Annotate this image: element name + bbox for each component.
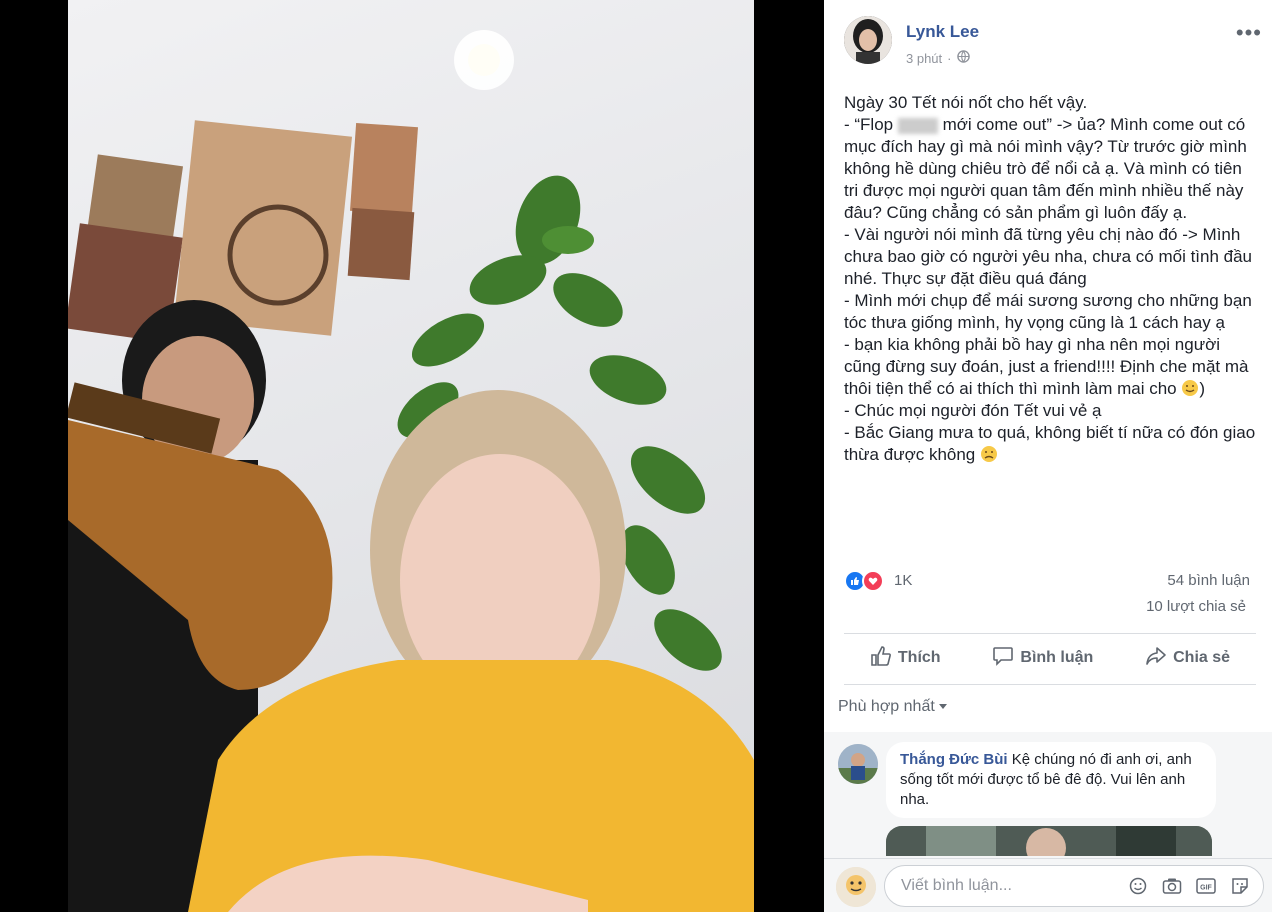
blurred-word bbox=[897, 117, 938, 134]
comment-bubble: Thắng Đức Bùi Kệ chúng nó đi anh ơi, anh… bbox=[886, 742, 1216, 818]
emoji-icon[interactable] bbox=[1127, 875, 1149, 897]
author-name[interactable]: Lynk Lee bbox=[906, 22, 979, 42]
post-line-7: - Bắc Giang mưa to quá, không biết tí nữ… bbox=[844, 422, 1256, 466]
comment-image-content bbox=[886, 826, 1212, 856]
post-meta: 3 phút · bbox=[906, 50, 970, 66]
photo-viewer bbox=[0, 0, 824, 912]
comment-author[interactable]: Thắng Đức Bùi bbox=[900, 751, 1008, 768]
post-line-2a: - “Flop bbox=[844, 115, 894, 134]
post-photo[interactable] bbox=[68, 0, 754, 912]
globe-icon[interactable] bbox=[956, 50, 970, 66]
more-icon[interactable]: ••• bbox=[1236, 20, 1262, 46]
post-text: Ngày 30 Tết nói nốt cho hết vậy. - “Flop… bbox=[844, 92, 1256, 466]
comment-button[interactable]: Bình luận bbox=[992, 645, 1093, 672]
author-avatar[interactable] bbox=[844, 16, 892, 64]
commenter-avatar-image bbox=[838, 744, 878, 784]
post-line-7a: - Bắc Giang mưa to quá, không biết tí nữ… bbox=[844, 423, 1256, 464]
reactions-bar: 1K 54 bình luận bbox=[844, 570, 1256, 594]
shares-count[interactable]: 10 lượt chia sẻ bbox=[1146, 598, 1246, 615]
thumbs-up-icon bbox=[870, 645, 892, 672]
comment-composer: Viết bình luận... GIF bbox=[824, 858, 1272, 912]
sticker-icon[interactable] bbox=[1229, 875, 1251, 897]
dot-separator: · bbox=[947, 50, 952, 66]
divider-bottom bbox=[844, 684, 1256, 685]
post-line-6: - Chúc mọi người đón Tết vui vẻ ạ bbox=[844, 401, 1102, 420]
share-arrow-icon bbox=[1145, 645, 1167, 672]
avatar-image bbox=[844, 16, 892, 64]
comment-bubble-icon bbox=[992, 645, 1014, 672]
composer-icons: GIF bbox=[1127, 875, 1251, 897]
divider-top bbox=[844, 633, 1256, 634]
post-line-3: - Vài người nói mình đã từng yêu chị nào… bbox=[844, 225, 1253, 288]
camera-icon[interactable] bbox=[1161, 875, 1183, 897]
viewer-avatar-image bbox=[836, 867, 876, 907]
reaction-icons[interactable] bbox=[844, 570, 884, 592]
like-label: Thích bbox=[897, 649, 941, 666]
gif-icon[interactable]: GIF bbox=[1195, 875, 1217, 897]
sad-emoji-icon bbox=[980, 445, 998, 464]
post-time[interactable]: 3 phút bbox=[906, 51, 942, 66]
post-line-1: Ngày 30 Tết nói nốt cho hết vậy. bbox=[844, 93, 1088, 112]
svg-text:GIF: GIF bbox=[1200, 885, 1212, 892]
post-line-2: - “Flop mới come out” -> ủa? Mình come o… bbox=[844, 114, 1256, 224]
like-button[interactable]: Thích bbox=[870, 645, 941, 672]
comment-sort-dropdown[interactable]: Phù hợp nhất bbox=[838, 698, 947, 716]
share-button[interactable]: Chia sẻ bbox=[1145, 645, 1230, 672]
post-line-5b: ) bbox=[1199, 379, 1206, 398]
caret-down-icon bbox=[938, 704, 947, 710]
viewer-avatar[interactable] bbox=[836, 867, 876, 907]
sort-label: Phù hợp nhất bbox=[838, 698, 935, 715]
comment-image[interactable] bbox=[886, 826, 1212, 856]
comment-input[interactable]: Viết bình luận... GIF bbox=[884, 865, 1264, 907]
comment-label: Bình luận bbox=[1020, 649, 1094, 666]
post-header: Lynk Lee 3 phút · ••• bbox=[844, 16, 1264, 72]
post-line-4: - Mình mới chụp để mái sương sương cho n… bbox=[844, 291, 1252, 332]
share-label: Chia sẻ bbox=[1173, 649, 1231, 666]
comments-count[interactable]: 54 bình luận bbox=[1167, 572, 1250, 589]
commenter-avatar[interactable] bbox=[838, 744, 878, 784]
photo-illustration bbox=[68, 30, 754, 912]
post-line-5: - bạn kia không phải bồ hay gì nha nên m… bbox=[844, 334, 1256, 400]
love-reaction-icon bbox=[862, 570, 884, 592]
post-panel: Lynk Lee 3 phút · ••• Ngày 30 Tết nói nố… bbox=[824, 0, 1272, 912]
smile-emoji-icon bbox=[1181, 379, 1199, 398]
reaction-count[interactable]: 1K bbox=[894, 572, 912, 589]
post-actions: Thích Bình luận Chia sẻ bbox=[844, 636, 1256, 680]
comment-placeholder: Viết bình luận... bbox=[901, 877, 1012, 894]
